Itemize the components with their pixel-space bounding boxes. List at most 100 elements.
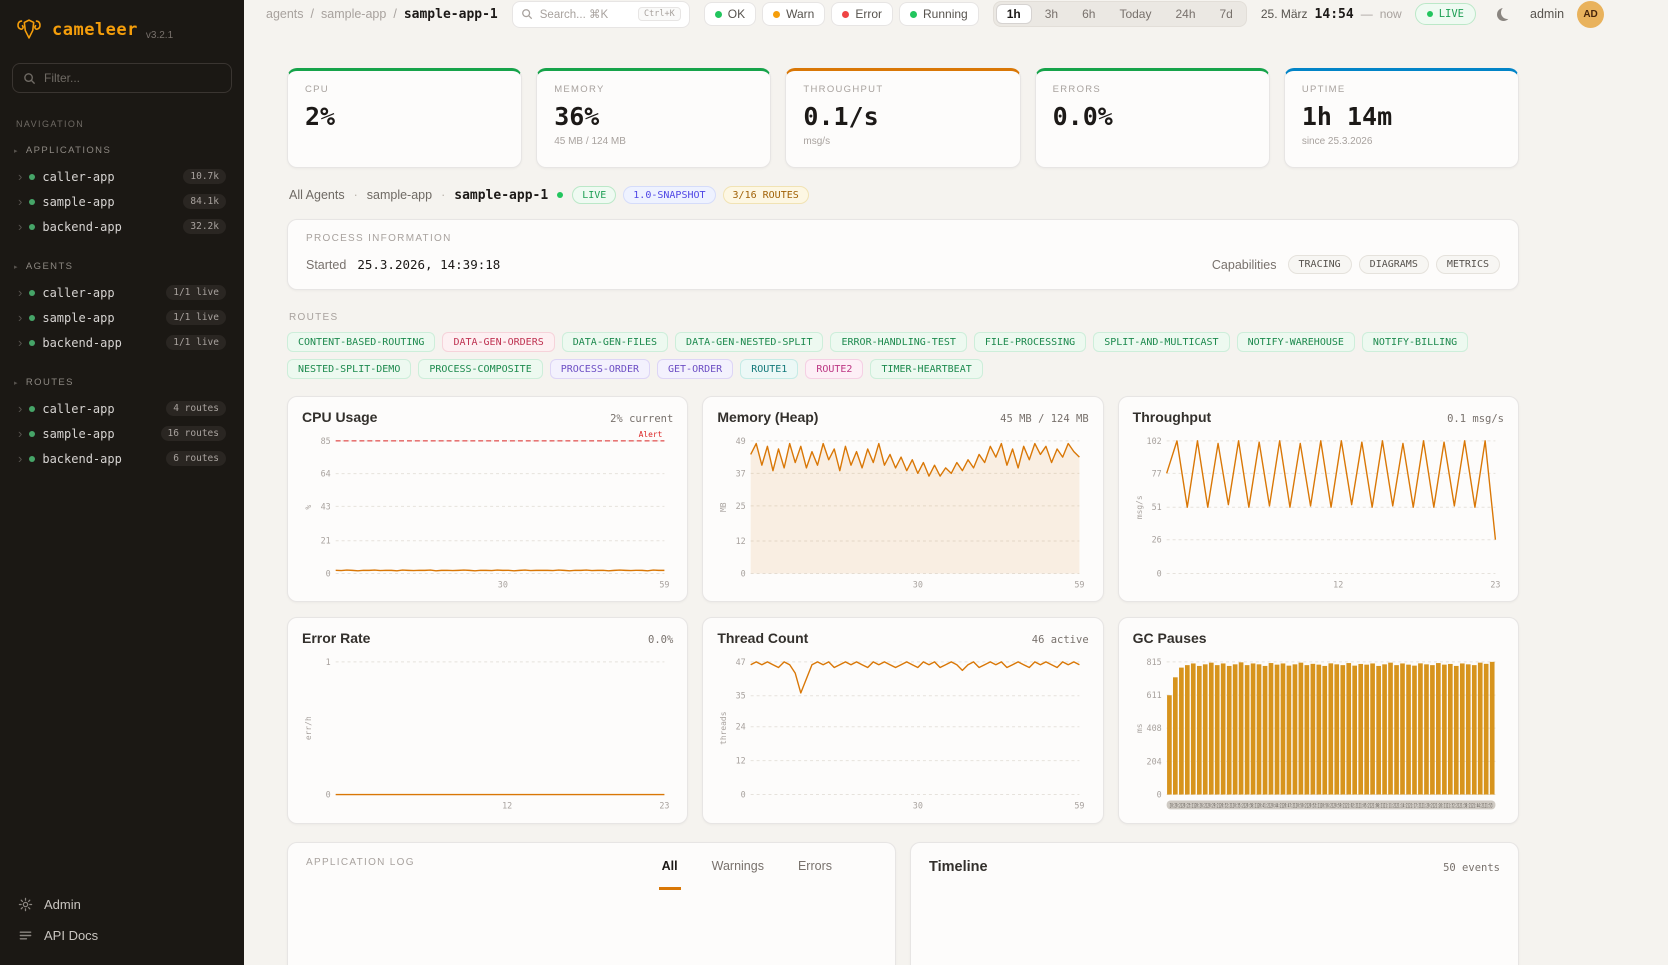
svg-text:0: 0 [741, 790, 746, 800]
sidebar-item-applications-sample-app[interactable]: ›sample-app84.1k [12, 189, 232, 214]
sample-app-link[interactable]: sample-app [367, 188, 432, 202]
sidebar-item-applications-caller-app[interactable]: ›caller-app10.7k [12, 164, 232, 189]
sidebar-item-applications-backend-app[interactable]: ›backend-app32.2k [12, 214, 232, 239]
breadcrumb-sample-app[interactable]: sample-app [321, 7, 386, 21]
dark-mode-toggle[interactable] [1489, 0, 1517, 28]
datetime-range[interactable]: 25. März 14:54 — now [1261, 7, 1402, 22]
app-root: cameleer v3.2.1 Filter... NAVIGATION ▸AP… [0, 0, 1668, 965]
status-filter-warn[interactable]: Warn [762, 2, 825, 26]
stat-card-throughput: THROUGHPUT0.1/smsg/s [785, 68, 1020, 168]
svg-text:MB: MB [719, 502, 728, 512]
item-count-badge: 1/1 live [166, 285, 226, 300]
navigation-label: NAVIGATION [12, 119, 232, 137]
range-today[interactable]: Today [1108, 4, 1162, 24]
status-dot-icon [29, 290, 35, 296]
svg-text:23: 23 [1490, 579, 1500, 589]
log-tab-errors[interactable]: Errors [795, 857, 835, 890]
route-chip-data-gen-files[interactable]: DATA-GEN-FILES [562, 332, 668, 352]
status-dot-icon [29, 315, 35, 321]
live-toggle[interactable]: LIVE [1415, 3, 1476, 25]
app-version: v3.2.1 [146, 30, 173, 43]
log-tab-all[interactable]: All [659, 857, 681, 890]
live-dot-icon [1427, 11, 1433, 17]
svg-text:51: 51 [1151, 502, 1161, 512]
stat-value: 2% [305, 102, 504, 131]
datetime-separator: — [1361, 7, 1373, 21]
svg-text:35: 35 [736, 691, 746, 701]
svg-text:23: 23 [659, 801, 669, 811]
chart-canvas-memory-heap: 493725120MB3059 [717, 427, 1088, 593]
chart-title: CPU Usage [302, 409, 377, 425]
chart-header: Thread Count46 active [717, 630, 1088, 646]
stat-card-errors: ERRORS0.0% [1035, 68, 1270, 168]
status-dot-icon [29, 174, 35, 180]
item-count-badge: 1/1 live [166, 335, 226, 350]
breadcrumb-agents[interactable]: agents [266, 7, 304, 21]
route-chip-notify-billing[interactable]: NOTIFY-BILLING [1362, 332, 1468, 352]
route-chip-data-gen-nested-split[interactable]: DATA-GEN-NESTED-SPLIT [675, 332, 823, 352]
svg-text:Alert: Alert [639, 430, 663, 439]
avatar[interactable]: AD [1577, 1, 1604, 28]
app-logo[interactable]: cameleer v3.2.1 [12, 14, 232, 63]
sidebar-item-routes-sample-app[interactable]: ›sample-app16 routes [12, 421, 232, 446]
sidebar-filter-input[interactable]: Filter... [12, 63, 232, 93]
svg-text:59: 59 [1075, 579, 1085, 589]
stat-sub: since 25.3.2026 [1302, 136, 1501, 147]
route-chips: CONTENT-BASED-ROUTING DATA-GEN-ORDERS DATA… [287, 332, 1519, 379]
topbar: agents / sample-app / sample-app-1 Searc… [244, 0, 1668, 28]
timeline-title: Timeline [929, 859, 988, 875]
range-7d[interactable]: 7d [1209, 4, 1244, 24]
capability-metrics: METRICS [1436, 255, 1500, 274]
route-chip-notify-warehouse[interactable]: NOTIFY-WAREHOUSE [1237, 332, 1355, 352]
route-chip-nested-split-demo[interactable]: NESTED-SPLIT-DEMO [287, 359, 411, 379]
chart-canvas-throughput: 1027751260msg/s1223 [1133, 427, 1504, 593]
section-label: APPLICATIONS [26, 145, 111, 156]
all-agents-link[interactable]: All Agents [289, 188, 345, 202]
sidebar-item-api-docs[interactable]: API Docs [18, 928, 226, 943]
sidebar-item-agents-backend-app[interactable]: ›backend-app1/1 live [12, 330, 232, 355]
route-chip-process-order[interactable]: PROCESS-ORDER [550, 359, 650, 379]
route-chip-file-processing[interactable]: FILE-PROCESSING [974, 332, 1086, 352]
item-label: backend-app [42, 220, 121, 234]
svg-text:64: 64 [321, 469, 331, 479]
route-chip-timer-heartbeat[interactable]: TIMER-HEARTBEAT [870, 359, 982, 379]
breadcrumb-separator: / [311, 7, 314, 21]
status-filter-error[interactable]: Error [831, 2, 893, 26]
range-3h[interactable]: 3h [1034, 4, 1069, 24]
sidebar-section-header-agents[interactable]: ▸AGENTS [12, 253, 232, 280]
range-1h[interactable]: 1h [996, 4, 1032, 24]
item-label: backend-app [42, 452, 121, 466]
chart-header: Memory (Heap)45 MB / 124 MB [717, 409, 1088, 425]
sidebar-item-routes-backend-app[interactable]: ›backend-app6 routes [12, 446, 232, 471]
svg-text:204: 204 [1146, 757, 1161, 767]
route-chip-error-handling-test[interactable]: ERROR-HANDLING-TEST [830, 332, 966, 352]
range-24h[interactable]: 24h [1164, 4, 1206, 24]
agent-live-dot-icon [557, 192, 563, 198]
svg-text:12: 12 [1333, 579, 1343, 589]
route-chip-route1[interactable]: ROUTE1 [740, 359, 798, 379]
stats-row: CPU2%MEMORY36%45 MB / 124 MBTHROUGHPUT0.… [287, 68, 1519, 168]
stat-value: 1h 14m [1302, 102, 1501, 131]
sidebar-item-agents-caller-app[interactable]: ›caller-app1/1 live [12, 280, 232, 305]
route-chip-content-based-routing[interactable]: CONTENT-BASED-ROUTING [287, 332, 435, 352]
route-chip-get-order[interactable]: GET-ORDER [657, 359, 733, 379]
route-chip-process-composite[interactable]: PROCESS-COMPOSITE [418, 359, 542, 379]
item-count-badge: 84.1k [183, 194, 226, 209]
chart-title: GC Pauses [1133, 630, 1207, 646]
sidebar-item-routes-caller-app[interactable]: ›caller-app4 routes [12, 396, 232, 421]
sidebar-item-admin[interactable]: Admin [18, 897, 226, 912]
route-chip-data-gen-orders[interactable]: DATA-GEN-ORDERS [442, 332, 554, 352]
sidebar-item-agents-sample-app[interactable]: ›sample-app1/1 live [12, 305, 232, 330]
search-input[interactable]: Search... ⌘K Ctrl+K [512, 1, 690, 28]
sidebar-section-header-routes[interactable]: ▸ROUTES [12, 369, 232, 396]
svg-text:threads: threads [719, 712, 728, 745]
log-tab-warnings[interactable]: Warnings [709, 857, 767, 890]
route-chip-split-and-multicast[interactable]: SPLIT-AND-MULTICAST [1093, 332, 1229, 352]
route-chip-route2[interactable]: ROUTE2 [805, 359, 863, 379]
range-6h[interactable]: 6h [1071, 4, 1106, 24]
status-filter-running[interactable]: Running [899, 2, 979, 26]
sidebar-section-header-applications[interactable]: ▸APPLICATIONS [12, 137, 232, 164]
svg-text:59: 59 [1075, 801, 1085, 811]
process-row: Started 25.3.2026, 14:39:18 Capabilities… [306, 255, 1500, 274]
status-filter-ok[interactable]: OK [704, 2, 756, 26]
